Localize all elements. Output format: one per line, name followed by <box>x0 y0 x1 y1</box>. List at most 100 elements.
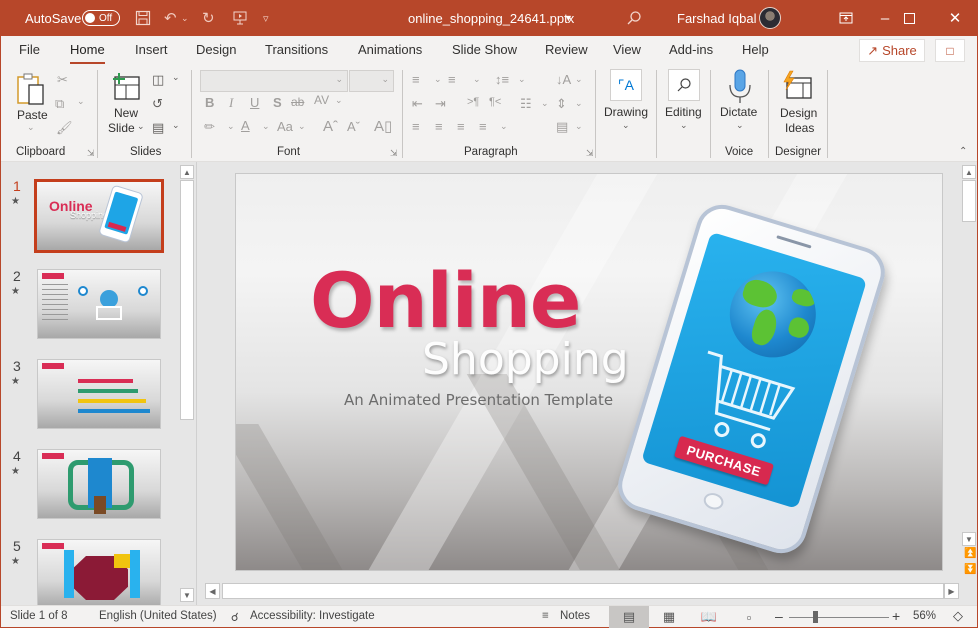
zoom-slider-thumb[interactable] <box>813 611 818 623</box>
filename[interactable]: online_shopping_24641.pptx <box>408 0 574 36</box>
change-case-icon[interactable]: Aa <box>277 119 293 134</box>
tab-file[interactable]: File <box>19 42 40 62</box>
tab-slide-show[interactable]: Slide Show <box>452 42 517 62</box>
comments-button[interactable]: □ <box>935 39 965 62</box>
present-from-start-icon[interactable] <box>232 0 248 36</box>
highlight-icon[interactable]: ✏ <box>204 119 215 135</box>
rtl-icon[interactable]: ¶< <box>489 96 501 108</box>
editing-dropdown-icon[interactable]: ⌄ <box>680 120 688 131</box>
strikethrough-icon[interactable]: ab <box>291 95 304 109</box>
design-ideas-label-1[interactable]: Design <box>780 106 817 121</box>
drawing-button[interactable]: ⌜A <box>610 69 642 101</box>
smartphone-illustration[interactable]: PURCHASE <box>611 198 892 560</box>
maximize-icon[interactable] <box>886 0 932 36</box>
smartart-dropdown-icon[interactable]: ⌄ <box>575 121 583 132</box>
editing-label[interactable]: Editing <box>665 105 702 120</box>
zoom-level[interactable]: 56% <box>913 610 936 622</box>
customize-qat-icon[interactable]: ▿ <box>263 0 269 36</box>
slide-tagline[interactable]: An Animated Presentation Template <box>344 391 613 409</box>
undo-icon[interactable]: ↶ <box>164 0 177 36</box>
clipboard-launcher-icon[interactable]: ⇲ <box>87 148 95 159</box>
autosave-toggle[interactable]: Off <box>82 0 120 36</box>
increase-indent-icon[interactable]: ⇥ <box>435 96 446 112</box>
design-ideas-button[interactable] <box>781 70 813 103</box>
justify-dropdown-icon[interactable]: ⌄ <box>500 121 508 132</box>
font-color-icon[interactable]: A <box>241 118 250 133</box>
fit-slide-icon[interactable]: ◇ <box>953 608 963 624</box>
slide-subtitle[interactable]: Shopping <box>422 334 629 385</box>
slide-thumbnail-3[interactable] <box>37 359 161 429</box>
editor-scroll-right-button[interactable]: ▶ <box>944 583 959 599</box>
paste-label[interactable]: Paste <box>17 108 48 123</box>
clear-formatting-icon[interactable]: A​▯ <box>374 117 392 135</box>
bullets-dropdown-icon[interactable]: ⌄ <box>434 74 442 85</box>
text-shadow-icon[interactable]: S <box>273 95 282 110</box>
notes-button[interactable]: Notes <box>560 610 590 622</box>
undo-dropdown-icon[interactable]: ⌄ <box>181 0 189 36</box>
paragraph-launcher-icon[interactable]: ⇲ <box>586 148 594 159</box>
cut-icon[interactable]: ✂ <box>57 72 68 88</box>
columns-dropdown-icon[interactable]: ⌄ <box>541 98 549 109</box>
accessibility-status[interactable]: Accessibility: Investigate <box>250 610 375 622</box>
change-case-dropdown-icon[interactable]: ⌄ <box>298 121 306 132</box>
collapse-ribbon-icon[interactable]: ⌃ <box>959 146 967 157</box>
tab-add-ins[interactable]: Add-ins <box>669 42 713 62</box>
dictate-button[interactable] <box>728 69 752 108</box>
font-color-dropdown-icon[interactable]: ⌄ <box>262 121 270 132</box>
slide-canvas[interactable]: Online Shopping An Animated Presentation… <box>235 173 943 571</box>
accessibility-icon[interactable]: ☌ <box>231 610 239 624</box>
dictate-label[interactable]: Dictate <box>720 105 757 120</box>
tab-animations[interactable]: Animations <box>358 42 422 62</box>
numbering-icon[interactable]: ≡ <box>448 72 456 87</box>
font-launcher-icon[interactable]: ⇲ <box>390 148 398 159</box>
redo-icon[interactable]: ↻ <box>202 0 215 36</box>
highlight-dropdown-icon[interactable]: ⌄ <box>227 121 235 132</box>
copy-icon[interactable]: ⧉ <box>55 96 64 112</box>
decrease-font-size-icon[interactable]: Aˇ <box>347 119 360 134</box>
thumbs-scroll-up-button[interactable]: ▲ <box>180 165 194 179</box>
tab-help[interactable]: Help <box>742 42 769 62</box>
normal-view-button[interactable]: ▤ <box>609 606 649 628</box>
align-text-dropdown-icon[interactable]: ⌄ <box>575 98 583 109</box>
previous-slide-icon[interactable]: ⏫ <box>964 548 976 559</box>
thumbs-scroll-down-button[interactable]: ▼ <box>180 588 194 602</box>
numbering-dropdown-icon[interactable]: ⌄ <box>473 74 481 85</box>
bold-icon[interactable]: B <box>205 95 214 110</box>
layout-dropdown-icon[interactable]: ⌄ <box>172 72 180 83</box>
design-ideas-label-2[interactable]: Ideas <box>785 121 814 136</box>
increase-font-size-icon[interactable]: Aˆ <box>323 118 338 135</box>
new-slide-label-2[interactable]: Slide <box>108 121 135 136</box>
smartart-icon[interactable]: ▤ <box>556 119 568 135</box>
editor-scroll-left-button[interactable]: ◀ <box>205 583 220 599</box>
align-text-icon[interactable]: ⇕ <box>556 96 567 112</box>
paste-dropdown-icon[interactable]: ⌄ <box>27 122 35 133</box>
tab-insert[interactable]: Insert <box>135 42 168 62</box>
justify-icon[interactable]: ≡ <box>479 119 487 134</box>
text-direction-icon[interactable]: ↓A <box>556 72 571 87</box>
zoom-out-button[interactable]: – <box>775 608 783 624</box>
columns-icon[interactable]: ☷ <box>520 96 532 112</box>
language-indicator[interactable]: English (United States) <box>99 610 217 622</box>
character-spacing-dropdown-icon[interactable]: ⌄ <box>335 95 343 106</box>
align-right-icon[interactable]: ≡ <box>457 119 465 134</box>
thumbs-scrollbar-thumb[interactable] <box>180 180 194 420</box>
decrease-indent-icon[interactable]: ⇤ <box>412 96 423 112</box>
new-slide-label-1[interactable]: New <box>114 106 138 121</box>
zoom-in-button[interactable]: + <box>892 608 900 624</box>
slide-title[interactable]: Online <box>310 256 581 345</box>
character-spacing-icon[interactable]: AV <box>314 93 329 107</box>
user-name[interactable]: Farshad Iqbal <box>677 0 757 36</box>
slide-show-button[interactable]: ▫ <box>729 606 769 628</box>
zoom-slider[interactable] <box>789 617 889 618</box>
align-left-icon[interactable]: ≡ <box>412 119 420 134</box>
bullets-icon[interactable]: ≡ <box>412 72 420 87</box>
drawing-dropdown-icon[interactable]: ⌄ <box>622 120 630 131</box>
filename-dropdown-icon[interactable]: ▼ <box>564 0 573 36</box>
slide-thumbnail-5[interactable] <box>37 539 161 605</box>
tab-review[interactable]: Review <box>545 42 588 62</box>
tab-home[interactable]: Home <box>70 42 105 65</box>
user-avatar[interactable] <box>759 0 781 36</box>
slide-thumbnail-4[interactable] <box>37 449 161 519</box>
drawing-label[interactable]: Drawing <box>604 105 648 120</box>
dictate-dropdown-icon[interactable]: ⌄ <box>736 120 744 131</box>
